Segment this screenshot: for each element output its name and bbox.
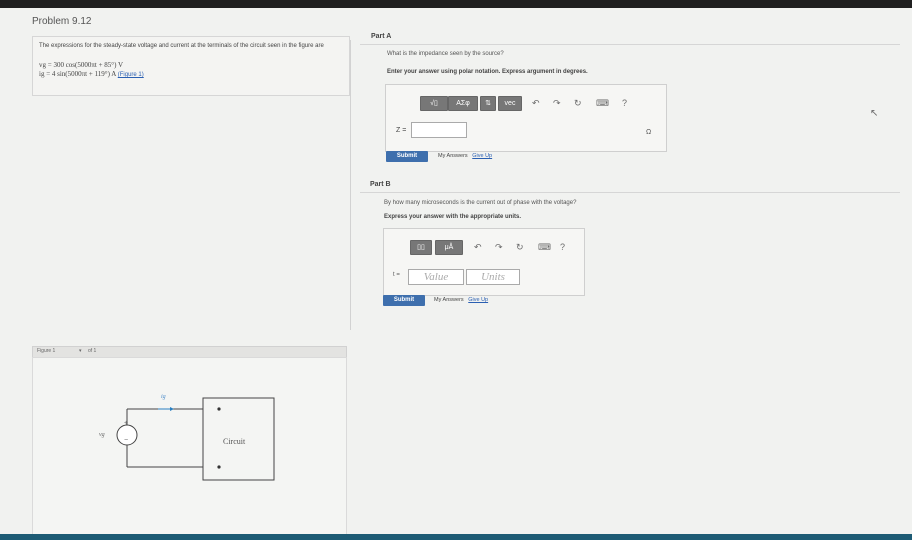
part-b-links: My Answers Give Up	[434, 297, 488, 303]
part-a-answer-panel: √▯ ΑΣφ ⇅ vec ↶ ↷ ↻ ⌨ ? Z = Ω	[385, 84, 667, 152]
plus-sign: +	[124, 420, 129, 427]
part-a-give-up[interactable]: Give Up	[472, 153, 492, 159]
arrows-button[interactable]: ⇅	[480, 96, 496, 111]
templates-button[interactable]: ▯▯	[410, 240, 432, 255]
value-input[interactable]: Value	[408, 269, 464, 285]
part-b-instruction: Express your answer with the appropriate…	[384, 214, 522, 220]
undo-icon[interactable]: ↶	[532, 97, 540, 109]
circuit-diagram	[116, 397, 275, 481]
taskbar	[0, 534, 912, 540]
minus-sign: −	[124, 437, 129, 444]
reset-icon[interactable]: ↻	[574, 97, 582, 109]
greek-symbols-button[interactable]: ΑΣφ	[448, 96, 478, 111]
keyboard-icon[interactable]: ⌨	[538, 241, 551, 253]
bottom-terminal-dot	[217, 465, 221, 469]
redo-icon[interactable]: ↷	[495, 241, 503, 253]
keyboard-icon[interactable]: ⌨	[596, 97, 609, 109]
help-icon[interactable]: ?	[560, 241, 565, 253]
current-expression: ig = 4 sin(5000πt + 119°) A	[39, 70, 116, 78]
current-arrowhead	[170, 407, 174, 411]
part-b-my-answers[interactable]: My Answers	[434, 297, 464, 303]
part-b-give-up[interactable]: Give Up	[468, 297, 488, 303]
undo-icon[interactable]: ↶	[474, 241, 482, 253]
mouse-cursor-icon: ↖	[870, 108, 879, 119]
part-a-submit-button[interactable]: Submit	[386, 151, 428, 162]
part-a-question: What is the impedance seen by the source…	[387, 51, 504, 57]
units-input[interactable]: Units	[466, 269, 520, 285]
part-a-label: Part A	[371, 33, 392, 40]
help-icon[interactable]: ?	[622, 97, 627, 109]
browser-top-bar	[0, 0, 912, 8]
chevron-down-icon[interactable]: ▾	[79, 348, 82, 354]
figure-count: of 1	[88, 348, 97, 354]
figure-selector[interactable]: Figure 1	[37, 348, 55, 354]
t-variable-label: t =	[393, 272, 400, 278]
voltage-expression: vg = 300 cos(5000πt + 85°) V	[39, 61, 124, 69]
figure-link[interactable]: (Figure 1)	[118, 72, 144, 78]
source-label: vg	[99, 432, 105, 438]
ohm-unit: Ω	[646, 129, 652, 136]
part-a-links: My Answers Give Up	[438, 153, 492, 159]
impedance-input[interactable]	[411, 122, 467, 138]
part-b-question: By how many microseconds is the current …	[384, 200, 577, 206]
part-a-rule	[360, 44, 900, 45]
problem-title: Problem 9.12	[32, 16, 92, 27]
part-a-instruction: Enter your answer using polar notation. …	[387, 69, 588, 75]
z-variable-label: Z =	[396, 127, 407, 134]
part-b-answer-panel: ▯▯ μÅ ↶ ↷ ↻ ⌨ ? t = Value Units	[383, 228, 585, 296]
units-button[interactable]: μÅ	[435, 240, 463, 255]
top-terminal-dot	[217, 407, 221, 411]
column-divider	[350, 40, 351, 330]
current-expression-line: ig = 4 sin(5000πt + 119°) A (Figure 1)	[39, 70, 144, 78]
part-a-my-answers[interactable]: My Answers	[438, 153, 468, 159]
part-b-label: Part B	[370, 181, 391, 188]
problem-statement-box: The expressions for the steady-state vol…	[32, 36, 350, 96]
redo-icon[interactable]: ↷	[553, 97, 561, 109]
vec-button[interactable]: vec	[498, 96, 522, 111]
figure-panel: + − vg ig Circuit	[32, 357, 347, 536]
part-b-rule	[360, 192, 900, 193]
reset-icon[interactable]: ↻	[516, 241, 524, 253]
templates-button[interactable]: √▯	[420, 96, 448, 111]
problem-description: The expressions for the steady-state vol…	[39, 43, 324, 49]
part-b-submit-button[interactable]: Submit	[383, 295, 425, 306]
current-label: ig	[161, 394, 166, 400]
circuit-label: Circuit	[223, 437, 246, 446]
